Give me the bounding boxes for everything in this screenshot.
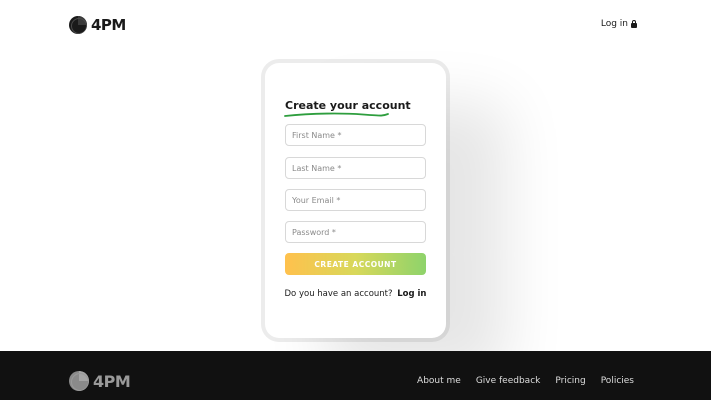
logo-text: 4PM	[91, 16, 126, 34]
login-prompt-text: Do you have an account?	[284, 289, 393, 299]
login-prompt: Do you have an account? Log in	[269, 289, 442, 299]
site-header: 4PM Log in	[0, 0, 711, 50]
footer-link-policies[interactable]: Policies	[601, 376, 634, 386]
header-login-label: Log in	[600, 19, 628, 29]
form-title-wrap: Create your account	[284, 99, 411, 121]
footer-logo[interactable]: 4PM	[69, 371, 131, 391]
footer-link-about[interactable]: About me	[417, 376, 461, 386]
password-field[interactable]	[285, 221, 426, 243]
first-name-field[interactable]	[285, 124, 426, 146]
email-field[interactable]	[285, 189, 426, 211]
card-login-link[interactable]: Log in	[397, 289, 426, 299]
lock-icon	[631, 20, 637, 28]
logo-mark-icon	[69, 16, 87, 34]
last-name-field[interactable]	[285, 157, 426, 179]
header-logo[interactable]: 4PM	[69, 16, 126, 34]
site-footer: 4PM About me Give feedback Pricing Polic…	[0, 351, 711, 400]
create-account-button[interactable]: CREATE ACCOUNT	[285, 253, 426, 275]
footer-logo-text: 4PM	[93, 371, 131, 391]
footer-nav: About me Give feedback Pricing Policies	[417, 376, 634, 386]
footer-link-feedback[interactable]: Give feedback	[476, 376, 541, 386]
title-underline-icon	[284, 112, 389, 117]
footer-link-pricing[interactable]: Pricing	[555, 376, 585, 386]
footer-logo-mark-icon	[69, 371, 89, 391]
header-login-link[interactable]: Log in	[601, 19, 637, 29]
